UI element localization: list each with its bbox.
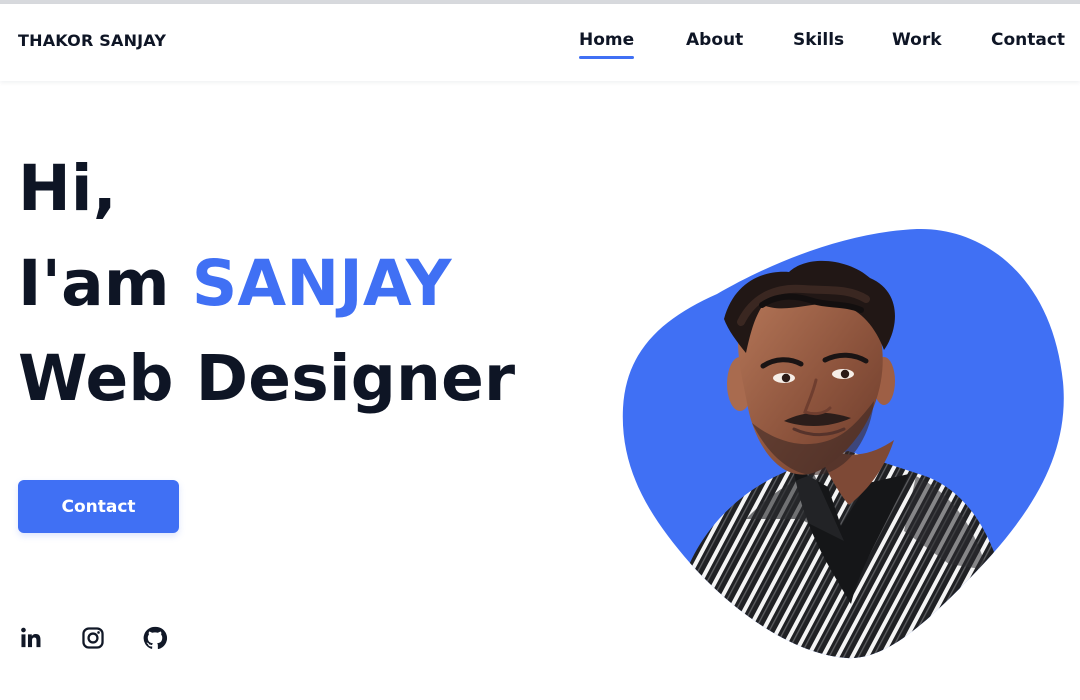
hero-intro-prefix: I'am <box>18 247 170 320</box>
profile-image-container <box>622 227 1065 659</box>
instagram-icon[interactable] <box>80 625 106 651</box>
github-icon[interactable] <box>142 625 168 651</box>
main-navigation: Home About Skills Work Contact <box>0 4 1080 81</box>
hero-role: Web Designer <box>18 342 516 415</box>
hero-greeting: Hi, <box>18 152 117 225</box>
profile-image <box>622 228 1064 659</box>
social-links <box>18 625 178 655</box>
nav-about-link[interactable]: About <box>686 30 743 50</box>
nav-home-link[interactable]: Home <box>579 30 635 59</box>
hero-intro-line: I'am SANJAY <box>18 252 452 315</box>
nav-work-link[interactable]: Work <box>892 30 942 50</box>
nav-skills-link[interactable]: Skills <box>793 30 844 50</box>
site-header: THAKOR SANJAY Home About Skills Work Con… <box>0 4 1080 81</box>
contact-button[interactable]: Contact <box>18 480 179 533</box>
linkedin-icon[interactable] <box>18 625 44 651</box>
nav-contact-link[interactable]: Contact <box>991 30 1065 50</box>
hero-name: SANJAY <box>191 247 452 320</box>
